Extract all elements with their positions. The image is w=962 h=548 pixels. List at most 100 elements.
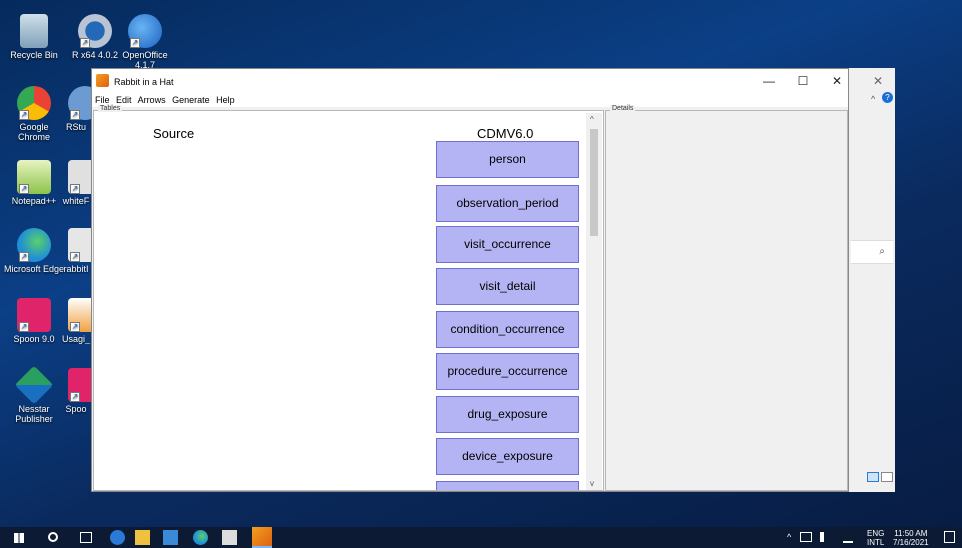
spoon-icon: ↗ xyxy=(17,298,51,332)
source-header: Source xyxy=(153,126,195,141)
scrollbar-thumb[interactable] xyxy=(590,129,598,236)
title-bar[interactable]: Rabbit in a Hat — ☐ ✕ xyxy=(92,69,848,94)
menu-file[interactable]: File xyxy=(95,95,110,105)
background-window: ✕ ^ ? ⌕ xyxy=(848,68,895,492)
language-sub: INTL xyxy=(867,538,885,547)
close-button[interactable]: ✕ xyxy=(820,72,854,90)
table-condition-occurrence[interactable]: condition_occurrence xyxy=(436,311,579,348)
desktop-icon-chrome[interactable]: ↗ Google Chrome xyxy=(3,86,65,142)
details-panel: Details xyxy=(605,105,848,491)
desktop-icon-label: Recycle Bin xyxy=(10,50,58,60)
chevron-up-icon[interactable]: ^ xyxy=(871,94,875,104)
desktop-icon-label: Nesstar Publisher xyxy=(15,404,53,424)
nesstar-icon xyxy=(14,365,54,405)
menu-generate[interactable]: Generate xyxy=(172,95,210,105)
scroll-down-button[interactable]: v xyxy=(590,479,594,488)
notepadpp-icon: ↗ xyxy=(17,160,51,194)
rabbitinahat-icon: ↗ xyxy=(68,228,92,262)
desktop-icon-label: Spoon 9.0 xyxy=(13,334,55,344)
desktop-icon-label: RStu xyxy=(65,122,86,132)
table-observation-period[interactable]: observation_period xyxy=(436,185,579,222)
tables-scrollbar[interactable]: ^ v xyxy=(586,113,602,490)
scroll-up-button[interactable]: ^ xyxy=(590,115,594,124)
table-visit-detail[interactable]: visit_detail xyxy=(436,268,579,305)
tables-panel: Tables Source CDMV6.0 person observation… xyxy=(93,105,604,491)
desktop-icon-rstudio[interactable]: ↗ RStu xyxy=(60,86,92,132)
pen-icon[interactable] xyxy=(843,531,853,543)
notifications-icon[interactable] xyxy=(944,531,955,543)
table-device-exposure[interactable]: device_exposure xyxy=(436,438,579,475)
search-icon[interactable]: ⌕ xyxy=(879,246,885,257)
desktop-icon-notepadpp[interactable]: ↗ Notepad++ xyxy=(3,160,65,206)
search-box[interactable]: ⌕ xyxy=(851,240,893,264)
chrome-icon: ↗ xyxy=(17,86,51,120)
desktop-icon-spoon-2[interactable]: ↗ Spoo xyxy=(60,368,92,414)
help-icon[interactable]: ? xyxy=(882,92,893,103)
table-person[interactable]: person xyxy=(436,141,579,178)
minimize-button[interactable]: — xyxy=(752,72,786,90)
clock-time: 11:50 AM xyxy=(894,529,928,538)
thumbnail-view-icon[interactable] xyxy=(881,472,893,482)
tables-canvas[interactable]: Source CDMV6.0 person observation_period… xyxy=(94,113,587,490)
language-code: ENG xyxy=(867,529,885,538)
usagi-icon: ↗ xyxy=(68,298,92,332)
rabbit-in-a-hat-window: Rabbit in a Hat — ☐ ✕ File Edit Arrows G… xyxy=(91,68,849,492)
back-window-close-button[interactable]: ✕ xyxy=(873,74,883,88)
desktop-icon-edge[interactable]: ↗ Microsoft Edge xyxy=(3,228,65,274)
server-manager-icon[interactable] xyxy=(163,530,178,545)
search-icon[interactable] xyxy=(48,532,58,542)
clock[interactable]: 11:50 AM 7/16/2021 xyxy=(893,529,929,547)
details-view-icon[interactable] xyxy=(867,472,879,482)
table-next-partial[interactable] xyxy=(436,481,579,490)
task-view-icon[interactable] xyxy=(80,532,92,543)
table-procedure-occurrence[interactable]: procedure_occurrence xyxy=(436,353,579,390)
desktop-icon-whiterabbit[interactable]: ↗ whiteF xyxy=(60,160,92,206)
desktop-icon-spoon[interactable]: ↗ Spoon 9.0 xyxy=(3,298,65,344)
tray-chevron-icon[interactable]: ^ xyxy=(787,533,791,542)
taskbar: ^ ENG INTL 11:50 AM 7/16/2021 xyxy=(0,527,962,548)
desktop-icon-nesstar[interactable]: Nesstar Publisher xyxy=(3,365,65,424)
maximize-button[interactable]: ☐ xyxy=(786,72,820,90)
desktop-icon-label: Usagi_ xyxy=(61,334,90,344)
internet-explorer-icon[interactable] xyxy=(110,530,125,545)
edge-taskbar-icon[interactable] xyxy=(193,530,208,545)
recycle-bin-icon xyxy=(20,14,48,48)
whiterabbit-icon: ↗ xyxy=(68,160,92,194)
volume-icon[interactable] xyxy=(820,532,832,542)
tables-panel-label: Tables xyxy=(98,105,123,112)
desktop-icon-rabbitinahat[interactable]: ↗ rabbitI xyxy=(60,228,92,274)
desktop-icon-label: rabbitI xyxy=(63,264,89,274)
openoffice-icon: ↗ xyxy=(128,14,162,48)
desktop-icon-usagi[interactable]: ↗ Usagi_ xyxy=(60,298,92,344)
desktop-icon-recycle-bin[interactable]: Recycle Bin xyxy=(3,14,65,60)
clock-date: 7/16/2021 xyxy=(893,538,929,547)
menu-bar: File Edit Arrows Generate Help xyxy=(92,94,848,107)
r-icon: ↗ xyxy=(78,14,112,48)
desktop-icon-label: Spoo xyxy=(65,404,87,414)
menu-arrows[interactable]: Arrows xyxy=(138,95,166,105)
desktop-icon-label: Microsoft Edge xyxy=(3,264,65,274)
spoon-icon-2: ↗ xyxy=(68,368,92,402)
terminal-icon[interactable] xyxy=(222,530,237,545)
desktop-icon-label: Google Chrome xyxy=(17,122,50,142)
target-header: CDMV6.0 xyxy=(477,126,534,141)
view-toggle xyxy=(867,472,893,482)
table-visit-occurrence[interactable]: visit_occurrence xyxy=(436,226,579,263)
table-drug-exposure[interactable]: drug_exposure xyxy=(436,396,579,433)
desktop-icon-openoffice[interactable]: ↗ OpenOffice 4.1.7 xyxy=(114,14,176,70)
rabbit-app-icon xyxy=(96,74,109,87)
network-icon[interactable] xyxy=(800,532,812,542)
file-explorer-icon[interactable] xyxy=(135,530,150,545)
language-indicator[interactable]: ENG INTL xyxy=(867,529,884,547)
window-title: Rabbit in a Hat xyxy=(114,77,174,87)
edge-icon: ↗ xyxy=(17,228,51,262)
desktop-icon-label: whiteF xyxy=(62,196,90,206)
rstudio-icon: ↗ xyxy=(68,86,92,120)
desktop-icon-label: Notepad++ xyxy=(11,196,57,206)
details-panel-label: Details xyxy=(610,105,636,112)
windows-start-icon[interactable] xyxy=(14,533,24,543)
menu-edit[interactable]: Edit xyxy=(116,95,132,105)
menu-help[interactable]: Help xyxy=(216,95,235,105)
desktop-icon-label: OpenOffice 4.1.7 xyxy=(122,50,168,70)
rabbit-in-a-hat-taskbar-icon[interactable] xyxy=(252,527,272,548)
